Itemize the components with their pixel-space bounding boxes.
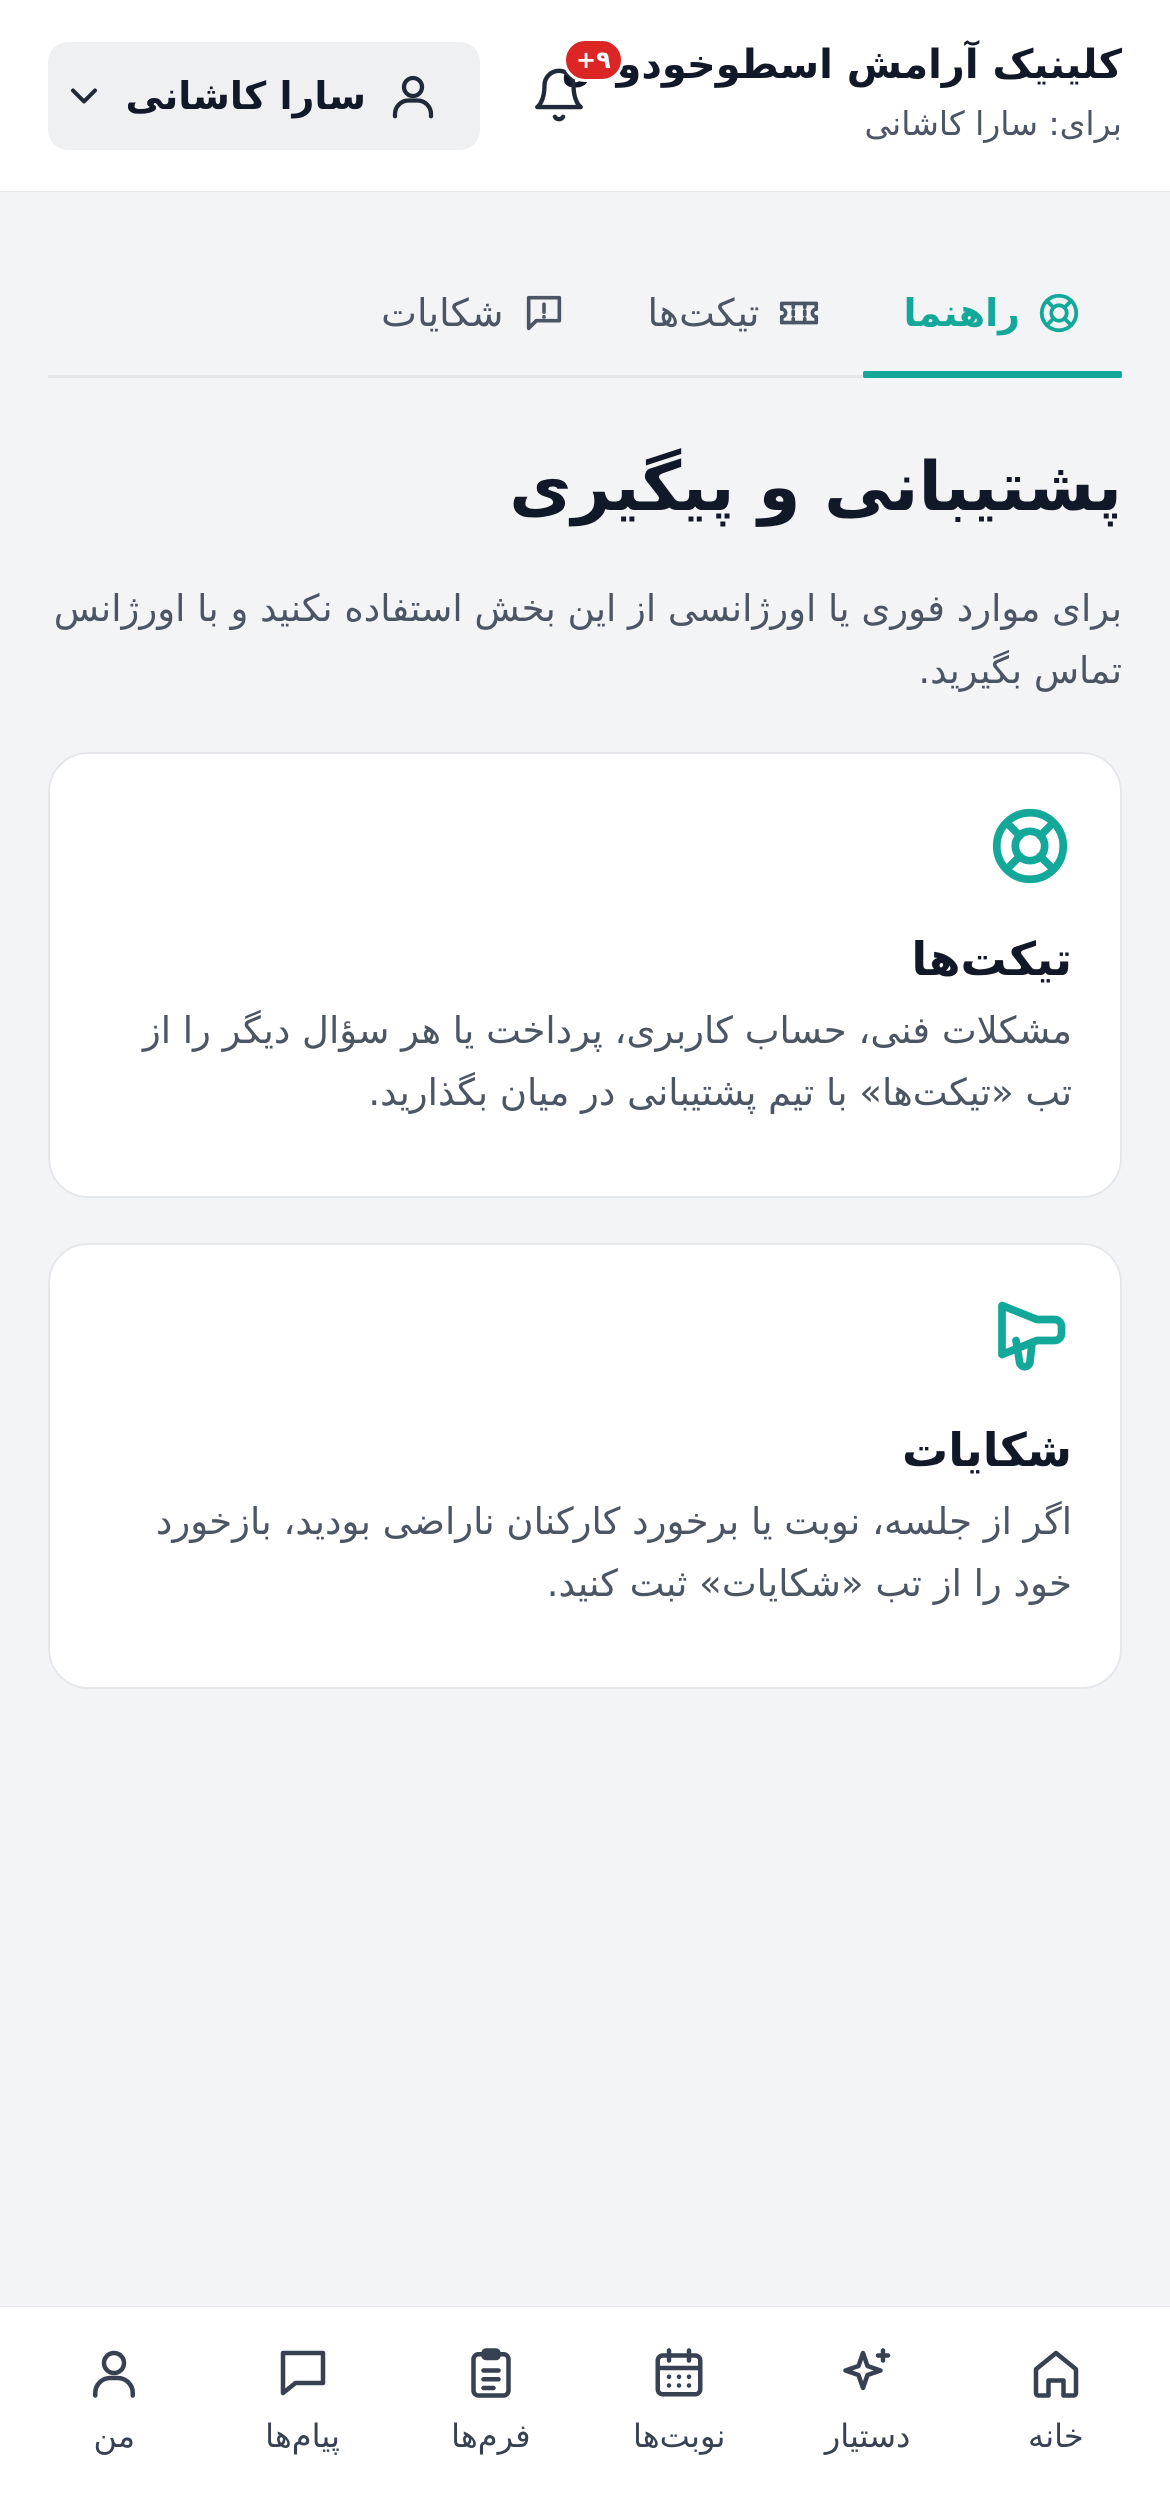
clinic-name: کلینیک آرامش اسطوخودوس	[561, 42, 1122, 88]
notification-count-badge: ۹+	[563, 38, 624, 82]
page-description: برای موارد فوری یا اورژانسی از این بخش ا…	[53, 587, 1122, 692]
support-tabs: راهنما تیکت‌ها شکایات	[48, 250, 1122, 378]
nav-me[interactable]: من	[24, 2307, 204, 2496]
ticket-icon	[775, 290, 823, 336]
nav-messages[interactable]: پیام‌ها	[213, 2307, 393, 2496]
megaphone-icon	[988, 1295, 1072, 1379]
for-patient-label: برای: سارا کاشانی	[864, 104, 1122, 143]
page-title: پشتیبانی و پیگیری	[509, 448, 1122, 527]
complaints-info-card: شکایات اگر از جلسه، نوبت یا برخورد کارکن…	[48, 1243, 1122, 1689]
tab-guide-label: راهنما	[903, 290, 1020, 335]
chat-icon	[273, 2343, 333, 2403]
tab-complaints-label: شکایات	[381, 290, 504, 335]
nav-home-label: خانه	[1028, 2417, 1084, 2455]
card-body: اگر از جلسه، نوبت یا برخورد کارکنان نارا…	[155, 1500, 1072, 1605]
nav-appointments[interactable]: نوبت‌ها	[589, 2307, 769, 2496]
calendar-icon	[649, 2343, 709, 2403]
user-switcher-button[interactable]: سارا کاشانی	[48, 42, 480, 150]
user-name: سارا کاشانی	[125, 74, 367, 118]
card-body: مشکلات فنی، حساب کاربری، پرداخت یا هر سؤ…	[142, 1009, 1072, 1114]
user-icon	[84, 2343, 144, 2403]
nav-me-label: من	[93, 2417, 135, 2455]
tab-tickets[interactable]: تیکت‌ها	[608, 250, 864, 375]
bottom-navigation: خانه دستیار نوبت‌ها فرم‌ها	[0, 2306, 1170, 2496]
sparkles-icon	[838, 2343, 898, 2403]
nav-forms[interactable]: فرم‌ها	[401, 2307, 581, 2496]
nav-assistant-label: دستیار	[824, 2417, 911, 2455]
tab-tickets-label: تیکت‌ها	[647, 290, 760, 335]
nav-forms-label: فرم‌ها	[451, 2417, 531, 2455]
home-icon	[1026, 2343, 1086, 2403]
card-title: شکایات	[901, 1423, 1072, 1477]
lifebuoy-icon	[988, 804, 1072, 888]
chevron-down-icon	[62, 74, 106, 118]
nav-home[interactable]: خانه	[966, 2307, 1146, 2496]
tickets-info-card: تیکت‌ها مشکلات فنی، حساب کاربری، پرداخت …	[48, 752, 1122, 1198]
alert-message-icon	[520, 290, 568, 336]
card-title: تیکت‌ها	[911, 932, 1072, 986]
app-header: کلینیک آرامش اسطوخودوس برای: سارا کاشانی…	[0, 0, 1170, 192]
tab-complaints[interactable]: شکایات	[341, 250, 607, 375]
nav-assistant[interactable]: دستیار	[778, 2307, 958, 2496]
user-icon	[386, 67, 440, 125]
clipboard-icon	[461, 2343, 521, 2403]
lifebuoy-icon	[1036, 290, 1082, 336]
nav-appointments-label: نوبت‌ها	[633, 2417, 726, 2455]
tab-guide[interactable]: راهنما	[863, 250, 1122, 378]
nav-messages-label: پیام‌ها	[265, 2417, 340, 2455]
